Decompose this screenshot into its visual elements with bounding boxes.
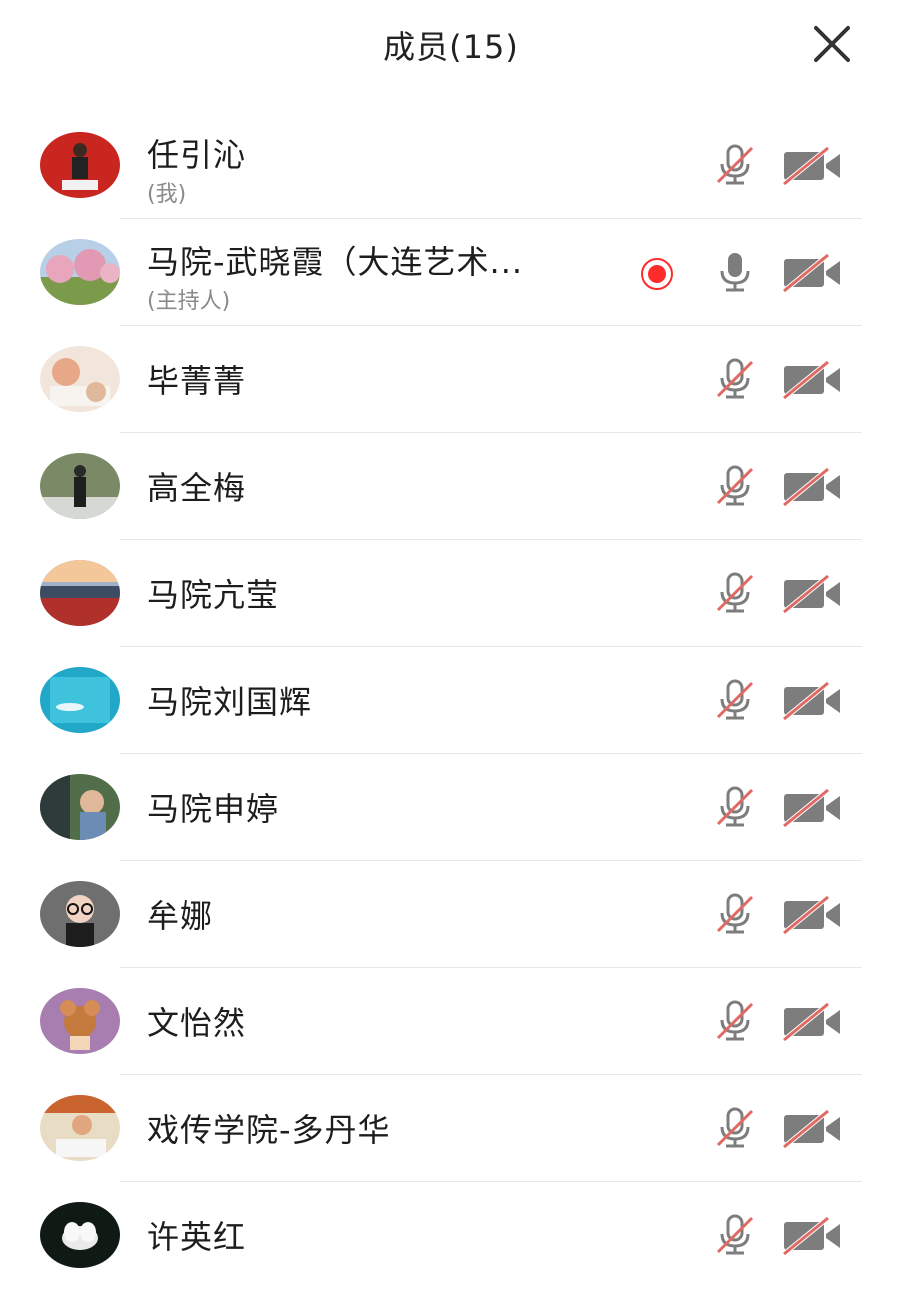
member-name-block: 马院亢莹 xyxy=(147,540,662,647)
member-name: 牟娜 xyxy=(147,897,214,935)
member-name: 高全梅 xyxy=(147,469,247,507)
camera-off-icon[interactable] xyxy=(782,895,844,935)
camera-off-icon[interactable] xyxy=(782,146,844,186)
camera-off-icon[interactable] xyxy=(782,1002,844,1042)
mic-muted-icon[interactable] xyxy=(712,570,758,616)
mic-muted-icon[interactable] xyxy=(712,998,758,1044)
member-role-label: (我) xyxy=(147,182,187,207)
close-icon[interactable] xyxy=(812,24,852,64)
member-row[interactable]: 许英红 xyxy=(0,1182,902,1289)
member-row[interactable]: 毕菁菁 xyxy=(0,326,902,433)
avatar xyxy=(40,453,120,519)
mic-muted-icon[interactable] xyxy=(712,784,758,830)
mic-muted-icon[interactable] xyxy=(712,891,758,937)
member-name-block: 马院-武晓霞（大连艺术... (主持人) xyxy=(147,219,662,326)
member-name-block: 马院刘国辉 xyxy=(147,647,662,754)
mic-muted-icon[interactable] xyxy=(712,142,758,188)
member-name-block: 高全梅 xyxy=(147,433,662,540)
camera-off-icon[interactable] xyxy=(782,574,844,614)
member-row[interactable]: 任引沁 (我) xyxy=(0,112,902,219)
avatar xyxy=(40,560,120,626)
mic-muted-icon[interactable] xyxy=(712,356,758,402)
header: 成员(15) xyxy=(0,0,902,90)
member-name-block: 任引沁 (我) xyxy=(147,112,662,219)
avatar xyxy=(40,239,120,305)
member-name: 文怡然 xyxy=(147,1004,247,1042)
mic-muted-icon[interactable] xyxy=(712,1212,758,1258)
avatar xyxy=(40,132,120,198)
member-name: 任引沁 xyxy=(147,136,247,174)
member-row[interactable]: 马院-武晓霞（大连艺术... (主持人) xyxy=(0,219,902,326)
avatar xyxy=(40,881,120,947)
member-list: 任引沁 (我) 马院-武晓霞（大连艺术... (主持人) 毕菁菁 高全梅 马院亢莹 … xyxy=(0,112,902,1289)
avatar xyxy=(40,667,120,733)
mic-muted-icon[interactable] xyxy=(712,463,758,509)
member-row[interactable]: 文怡然 xyxy=(0,968,902,1075)
camera-off-icon[interactable] xyxy=(782,681,844,721)
mic-muted-icon[interactable] xyxy=(712,1105,758,1151)
member-row[interactable]: 高全梅 xyxy=(0,433,902,540)
member-row[interactable]: 马院刘国辉 xyxy=(0,647,902,754)
member-row[interactable]: 戏传学院-多丹华 xyxy=(0,1075,902,1182)
member-name: 马院亢莹 xyxy=(147,576,280,614)
avatar xyxy=(40,774,120,840)
member-name: 戏传学院-多丹华 xyxy=(147,1111,391,1149)
member-name: 许英红 xyxy=(147,1218,247,1256)
member-name-block: 牟娜 xyxy=(147,861,662,968)
member-name-block: 戏传学院-多丹华 xyxy=(147,1075,662,1182)
page-title: 成员(15) xyxy=(383,28,519,66)
member-row[interactable]: 马院申婷 xyxy=(0,754,902,861)
camera-off-icon[interactable] xyxy=(782,467,844,507)
camera-off-icon[interactable] xyxy=(782,1216,844,1256)
member-name: 马院刘国辉 xyxy=(147,683,313,721)
member-name: 马院-武晓霞（大连艺术... xyxy=(147,243,524,281)
member-row[interactable]: 马院亢莹 xyxy=(0,540,902,647)
member-name-block: 毕菁菁 xyxy=(147,326,662,433)
close-button[interactable] xyxy=(812,24,852,64)
avatar xyxy=(40,346,120,412)
camera-off-icon[interactable] xyxy=(782,1109,844,1149)
member-name: 毕菁菁 xyxy=(147,362,247,400)
member-row[interactable]: 牟娜 xyxy=(0,861,902,968)
camera-off-icon[interactable] xyxy=(782,788,844,828)
member-role-label: (主持人) xyxy=(147,289,231,314)
avatar xyxy=(40,1095,120,1161)
member-name: 马院申婷 xyxy=(147,790,280,828)
recording-icon xyxy=(640,257,674,291)
camera-off-icon[interactable] xyxy=(782,253,844,293)
mic-muted-icon[interactable] xyxy=(712,677,758,723)
mic-on-icon[interactable] xyxy=(712,249,758,295)
member-name-block: 许英红 xyxy=(147,1182,662,1289)
avatar xyxy=(40,988,120,1054)
camera-off-icon[interactable] xyxy=(782,360,844,400)
member-name-block: 马院申婷 xyxy=(147,754,662,861)
avatar xyxy=(40,1202,120,1268)
member-name-block: 文怡然 xyxy=(147,968,662,1075)
